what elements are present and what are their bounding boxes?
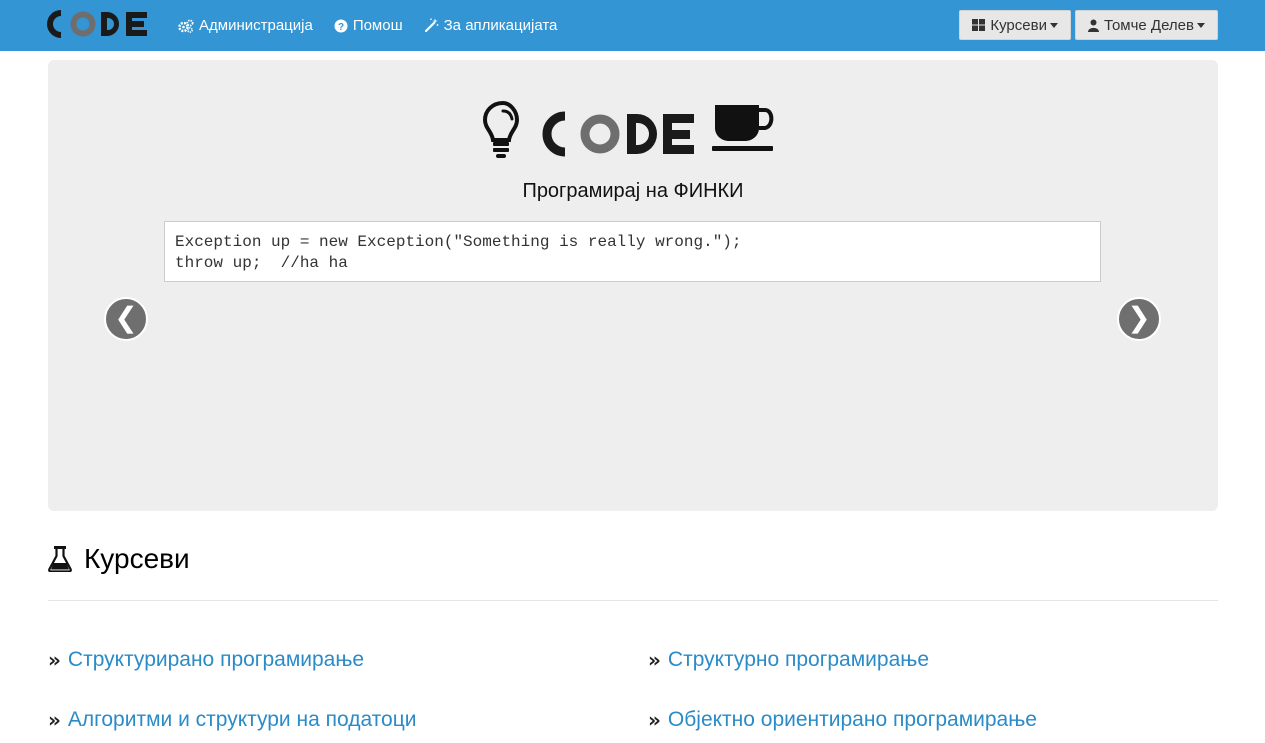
code-line: Exception up = new Exception("Something …	[175, 233, 742, 251]
code-snippet: Exception up = new Exception("Something …	[164, 221, 1101, 282]
double-chevron-right-icon: »	[648, 648, 661, 672]
courses-dropdown-label: Курсеви	[990, 16, 1047, 34]
cogs-icon	[178, 19, 194, 33]
course-link[interactable]: » Алгоритми и структури на податоци	[48, 708, 417, 732]
hero-logo	[483, 100, 774, 158]
carousel-prev-button[interactable]: ❮	[104, 297, 148, 341]
double-chevron-right-icon: »	[48, 648, 61, 672]
hero-carousel: Програмирај на ФИНКИ Exception up = new …	[48, 60, 1218, 511]
courses-dropdown-button[interactable]: Курсеви	[959, 10, 1071, 40]
lightbulb-icon	[483, 100, 520, 158]
double-chevron-right-icon: »	[48, 708, 61, 732]
flask-icon	[48, 546, 72, 572]
user-name-label: Томче Делев	[1103, 16, 1194, 34]
nav-link-administration[interactable]: Администрација	[178, 17, 313, 34]
nav-link-help[interactable]: ? Помош	[334, 17, 403, 34]
nav-link-about[interactable]: За апликацијата	[424, 17, 558, 34]
svg-text:?: ?	[338, 22, 344, 33]
course-link-label: Структурно програмирање	[667, 648, 929, 671]
caret-down-icon	[1049, 22, 1058, 28]
magic-wand-icon	[424, 18, 439, 33]
courses-heading-label: Курсеви	[84, 543, 190, 574]
course-link[interactable]: » Структурно програмирање	[648, 648, 929, 672]
nav-link-label: За апликацијата	[443, 17, 558, 34]
coffee-cup-icon	[712, 105, 774, 151]
hero-tagline: Програмирај на ФИНКИ	[522, 180, 744, 202]
carousel-next-button[interactable]: ❯	[1117, 297, 1161, 341]
double-chevron-right-icon: »	[648, 708, 661, 732]
course-link-label: Алгоритми и структури на податоци	[67, 708, 417, 731]
course-link-label: Објектно ориентирано програмирање	[667, 708, 1037, 731]
nav-link-label: Администрација	[199, 17, 313, 34]
course-link[interactable]: » Објектно ориентирано програмирање	[648, 708, 1037, 732]
caret-down-icon	[1197, 22, 1205, 28]
user-dropdown-button[interactable]: Томче Делев	[1074, 10, 1218, 40]
brand-logo[interactable]	[47, 9, 149, 39]
section-divider	[48, 600, 1218, 601]
code-line: throw up; //ha ha	[175, 254, 348, 272]
grid-icon	[972, 19, 986, 31]
question-circle-icon: ?	[334, 19, 348, 33]
nav-link-label: Помош	[352, 17, 403, 34]
course-link-label: Структурирано програмирање	[67, 648, 365, 671]
top-navbar: Администрација ? Помош За апликацијата К…	[0, 0, 1265, 51]
course-link[interactable]: » Структурирано програмирање	[48, 648, 364, 672]
user-icon	[1087, 19, 1099, 32]
courses-heading: Курсеви	[48, 543, 190, 575]
